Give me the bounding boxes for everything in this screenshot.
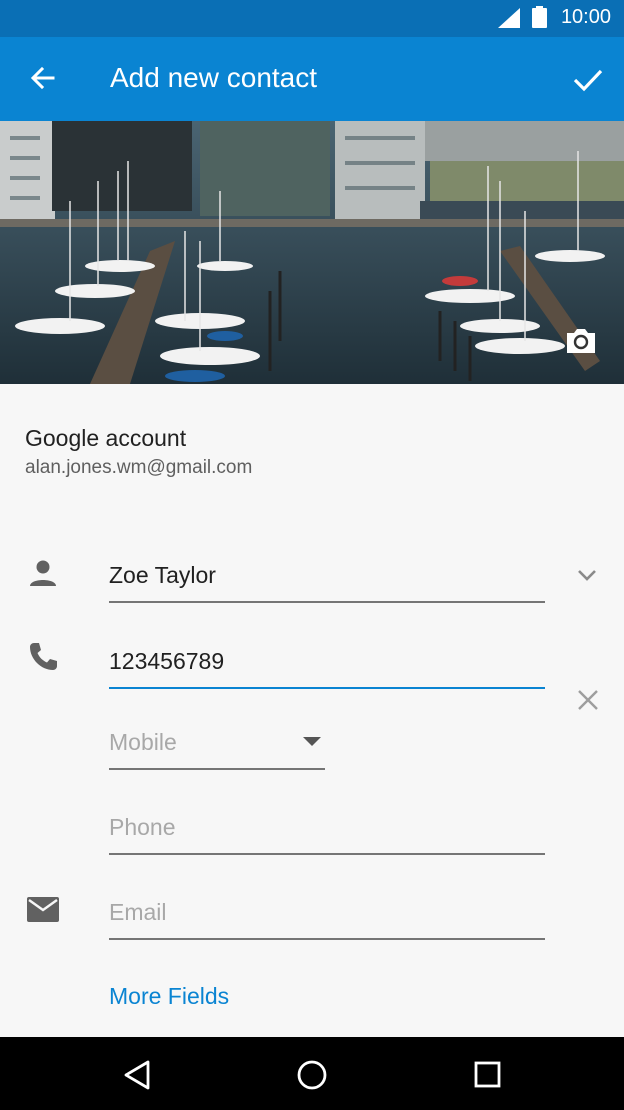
check-icon — [573, 69, 603, 92]
more-fields-button[interactable]: More Fields — [109, 983, 229, 1010]
change-photo-button[interactable] — [564, 326, 598, 356]
nav-back-button[interactable] — [116, 1053, 160, 1097]
page-title: Add new contact — [110, 62, 318, 93]
name-value: Zoe Taylor — [109, 562, 216, 588]
dropdown-arrow-icon — [303, 737, 321, 746]
phone-value: 123456789 — [109, 648, 225, 674]
close-icon — [578, 690, 598, 710]
recents-square-icon — [474, 1061, 501, 1088]
navigation-bar — [0, 1037, 624, 1110]
email-field[interactable]: Email — [109, 890, 545, 940]
home-circle-icon — [297, 1060, 327, 1090]
chevron-down-icon — [578, 570, 596, 581]
save-button[interactable] — [566, 59, 610, 99]
camera-icon — [567, 329, 595, 353]
back-triangle-icon — [124, 1060, 150, 1090]
person-icon — [30, 560, 56, 586]
name-field[interactable]: Zoe Taylor — [109, 552, 545, 603]
back-button[interactable] — [22, 59, 62, 99]
email-placeholder: Email — [109, 899, 167, 925]
contact-photo[interactable] — [0, 121, 624, 384]
remove-phone-button[interactable] — [574, 686, 602, 714]
expand-name-button[interactable] — [572, 562, 602, 588]
marina-photo — [0, 121, 624, 384]
phone-field[interactable]: 123456789 — [109, 636, 545, 689]
phone-placeholder: Phone — [109, 814, 176, 840]
phone-type-value: Mobile — [109, 729, 177, 755]
app-bar: Add new contact — [0, 37, 624, 121]
nav-recents-button[interactable] — [466, 1053, 510, 1097]
account-label: Google account — [25, 425, 187, 451]
phone-type-select[interactable]: Mobile — [109, 720, 325, 770]
phone-icon — [30, 643, 57, 670]
status-time: 10:00 — [560, 6, 611, 28]
account-email[interactable]: alan.jones.wm@gmail.com — [25, 457, 252, 479]
status-bar: 10:00 — [0, 0, 624, 37]
email-icon — [27, 897, 59, 922]
arrow-back-icon — [30, 66, 55, 90]
signal-icon — [498, 8, 520, 28]
battery-icon — [532, 6, 547, 28]
phone-field-2[interactable]: Phone — [109, 805, 545, 855]
nav-home-button[interactable] — [290, 1053, 334, 1097]
